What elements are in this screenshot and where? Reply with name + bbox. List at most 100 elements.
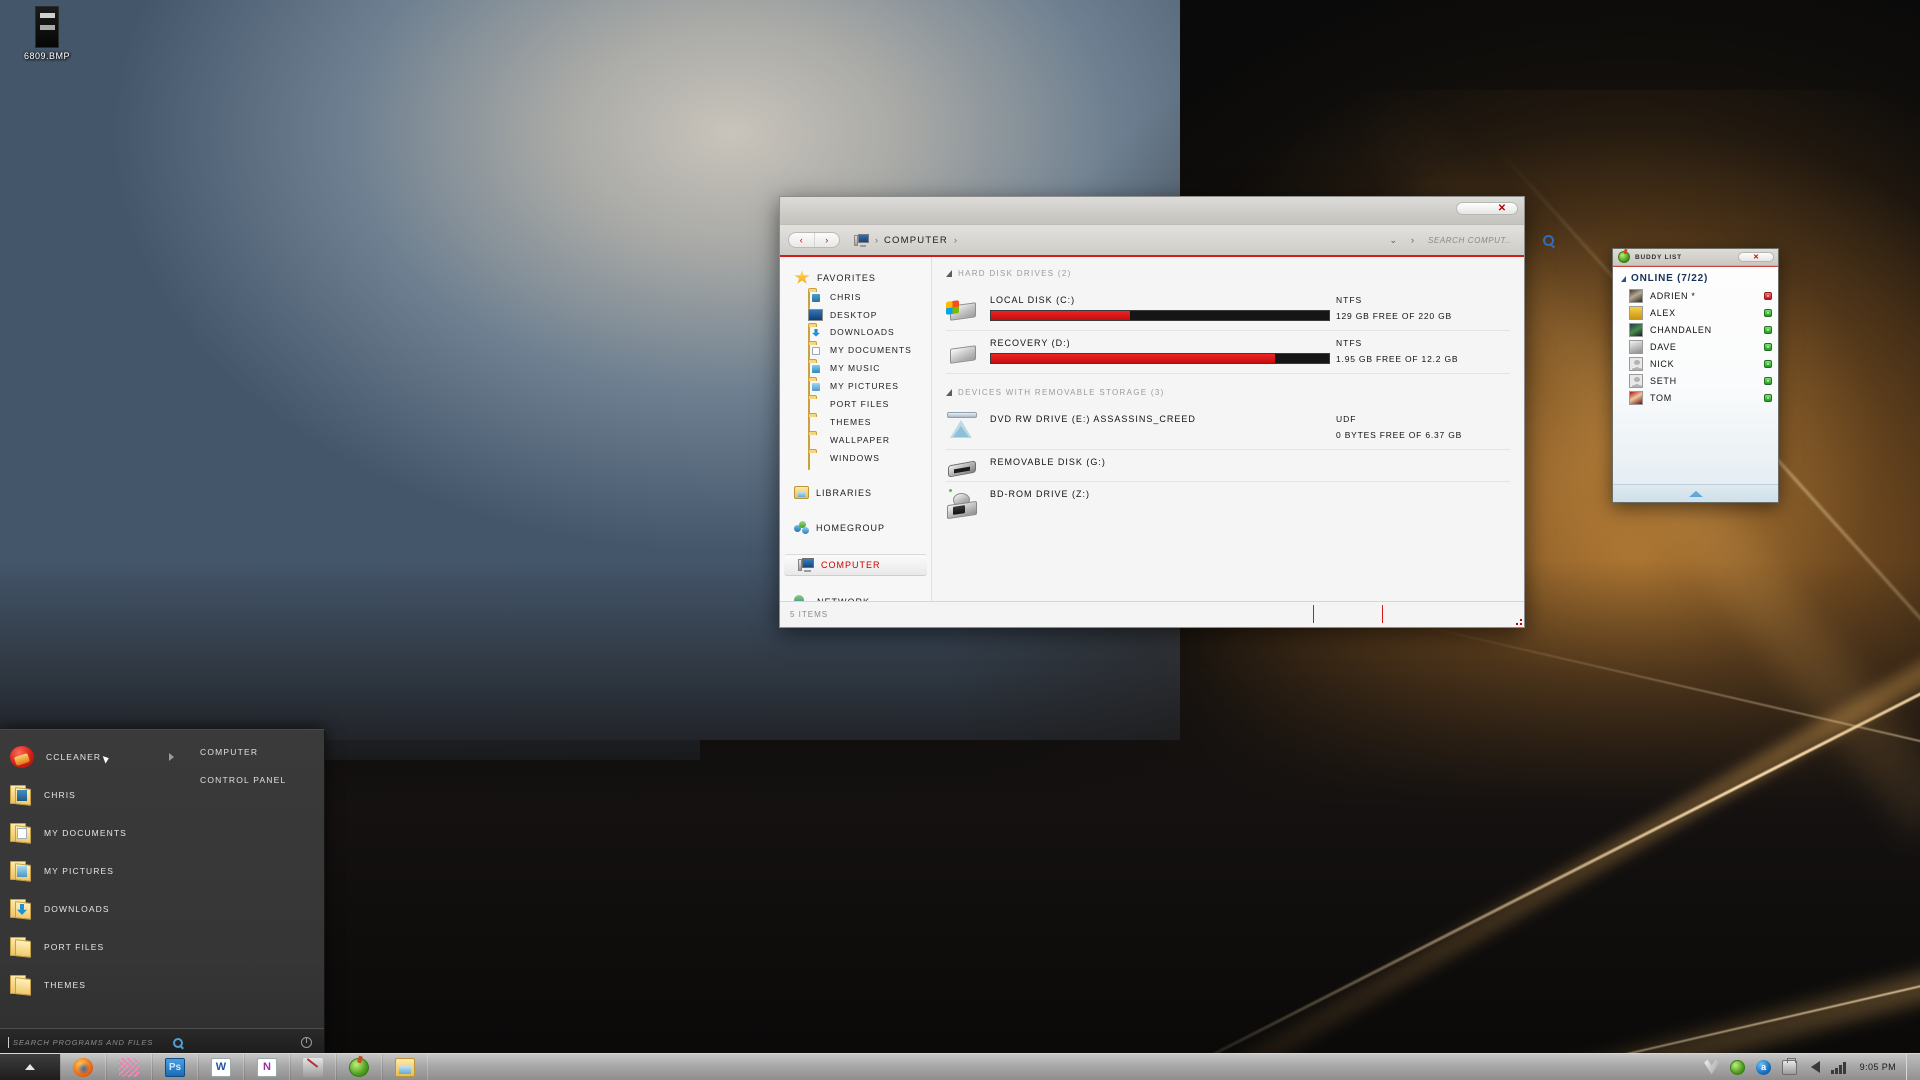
sidebar-item-label: COMPUTER [821,560,881,570]
group-header-removable-storage[interactable]: DEVICES WITH REMOVABLE STORAGE (3) [946,388,1510,397]
sidebar-item-label: CHRIS [830,292,862,302]
show-desktop-button[interactable] [1906,1054,1920,1080]
computer-icon[interactable] [854,233,869,247]
sidebar-item-desktop[interactable]: DESKTOP [780,306,931,323]
avast-icon[interactable]: a [1756,1059,1772,1075]
sidebar-item-libraries[interactable]: LIBRARIES [780,483,931,502]
breadcrumb[interactable]: › COMPUTER › [854,233,1389,247]
back-button[interactable]: ‹ [789,233,815,247]
explorer-titlebar[interactable]: ✕ [780,197,1524,225]
plug-icon[interactable] [1782,1057,1798,1075]
buddy-row[interactable]: ALEX [1613,304,1778,321]
drive-free-space: 129 GB FREE OF 220 GB [1336,311,1453,321]
buddy-row[interactable]: NICK [1613,355,1778,372]
drive-row-removable-disk-g[interactable]: REMOVABLE DISK (G:) [946,450,1510,482]
start-item-label: MY DOCUMENTS [44,828,127,838]
window-controls[interactable]: ✕ [1456,202,1518,215]
collapse-triangle-icon[interactable] [1621,275,1626,282]
taskbar-item-tools[interactable] [290,1054,336,1080]
navigation-buttons[interactable]: ‹ › [788,232,840,248]
buddy-row[interactable]: SETH [1613,372,1778,389]
buddy-row[interactable]: TOM [1613,389,1778,406]
start-item-downloads[interactable]: DOWNLOADS [0,890,184,928]
taskbar-item-firefox[interactable] [60,1054,106,1080]
taskbar-item-word[interactable]: W [198,1054,244,1080]
start-button[interactable] [0,1054,60,1080]
sidebar-item-homegroup[interactable]: HOMEGROUP [780,518,931,538]
taskbar-item-3d-app[interactable] [106,1054,152,1080]
start-item-chris[interactable]: CHRIS [0,776,184,814]
network-signal-icon[interactable] [1831,1061,1846,1074]
explorer-body: FAVORITES CHRIS DESKTOP DOWNLOADS MY DOC… [780,257,1524,601]
search-input[interactable] [1428,235,1539,245]
search-icon[interactable] [173,1037,183,1048]
taskbar-item-photoshop[interactable]: Ps [152,1054,198,1080]
buddy-row[interactable]: CHANDALEN [1613,321,1778,338]
resize-grip[interactable] [1512,615,1522,625]
chevron-right-icon[interactable]: › [1411,235,1414,245]
buddy-list-footer[interactable] [1613,484,1778,502]
expand-up-icon[interactable] [1688,490,1703,497]
sidebar-group-favorites[interactable]: FAVORITES [780,267,931,288]
start-place-computer[interactable]: COMPUTER [200,738,324,766]
sidebar-item-port-files[interactable]: PORT FILES [780,395,931,416]
drive-row-bd-rom-z[interactable]: BD-ROM DRIVE (Z:) [946,482,1510,520]
search-box[interactable] [8,1037,183,1048]
collapse-triangle-icon[interactable] [946,270,952,277]
flag-icon[interactable] [1704,1059,1720,1075]
start-item-my-pictures[interactable]: MY PICTURES [0,852,184,890]
sidebar-item-wallpaper[interactable]: WALLPAPER [780,431,931,452]
sidebar-item-chris[interactable]: CHRIS [780,288,931,309]
search-box[interactable] [1428,234,1554,246]
submenu-arrow-icon[interactable] [169,753,174,761]
buddy-name: SETH [1650,375,1677,386]
sidebar-item-my-documents[interactable]: MY DOCUMENTS [780,341,931,362]
breadcrumb-item-computer[interactable]: COMPUTER [884,235,948,246]
sidebar-item-my-pictures[interactable]: MY PICTURES [780,377,931,398]
collapse-triangle-icon[interactable] [946,389,952,396]
ccleaner-icon [10,746,34,768]
sidebar-item-downloads[interactable]: DOWNLOADS [780,323,931,344]
buddy-row[interactable]: DAVE [1613,338,1778,355]
clock[interactable]: 9:05 PM [1860,1062,1896,1072]
volume-icon[interactable] [1811,1061,1821,1073]
drive-row-recovery-d[interactable]: RECOVERY (D:) NTFS 1.95 GB FREE OF 12.2 … [946,331,1510,374]
explorer-icon [395,1057,415,1077]
buddy-group-online[interactable]: ONLINE (7/22) [1613,272,1778,287]
taskbar-item-explorer[interactable] [382,1054,428,1080]
downloads-folder-icon [808,324,823,344]
close-icon[interactable]: ✕ [1498,203,1506,214]
start-item-my-documents[interactable]: MY DOCUMENTS [0,814,184,852]
drive-free-space: 1.95 GB FREE OF 12.2 GB [1336,354,1459,364]
close-icon[interactable]: ✕ [1738,252,1774,262]
taskbar-item-buddy-list[interactable] [336,1054,382,1080]
start-item-themes[interactable]: THEMES [0,966,184,1004]
sidebar-item-network[interactable]: NETWORK [780,592,931,601]
sidebar-item-windows[interactable]: WINDOWS [780,449,931,470]
chevron-down-icon[interactable]: ⌄ [1389,235,1397,246]
start-place-control-panel[interactable]: CONTROL PANEL [200,766,324,794]
desktop-icon-6809bmp[interactable]: 6809.BMP [12,6,82,61]
start-item-ccleaner[interactable]: CCLEANER [0,738,184,776]
sidebar-item-themes[interactable]: THEMES [780,413,931,434]
breadcrumb-separator[interactable]: › [954,235,957,245]
start-item-port-files[interactable]: PORT FILES [0,928,184,966]
buddy-row[interactable]: ADRIEN * [1613,287,1778,304]
search-input[interactable] [13,1038,169,1047]
drive-details: UDF 0 BYTES FREE OF 6.37 GB [1330,414,1510,440]
sidebar-item-computer[interactable]: COMPUTER [784,554,927,576]
buddy-list-titlebar[interactable]: BUDDY LIST ✕ [1613,249,1778,266]
forward-button[interactable]: › [815,233,840,247]
group-header-hard-disk-drives[interactable]: HARD DISK DRIVES (2) [946,269,1510,278]
sidebar-item-my-music[interactable]: MY MUSIC [780,359,931,380]
drive-row-local-disk-c[interactable]: LOCAL DISK (C:) NTFS 129 GB FREE OF 220 … [946,288,1510,331]
buddy-icon[interactable] [1730,1059,1746,1075]
taskbar-item-onenote[interactable]: N [244,1054,290,1080]
search-icon[interactable] [1543,234,1554,246]
status-badge [1764,291,1772,300]
system-tray: a 9:05 PM [1694,1054,1906,1080]
power-icon[interactable] [301,1037,312,1048]
drive-row-dvd-rw-e[interactable]: DVD RW DRIVE (E:) ASSASSINS_CREED UDF 0 … [946,407,1510,450]
